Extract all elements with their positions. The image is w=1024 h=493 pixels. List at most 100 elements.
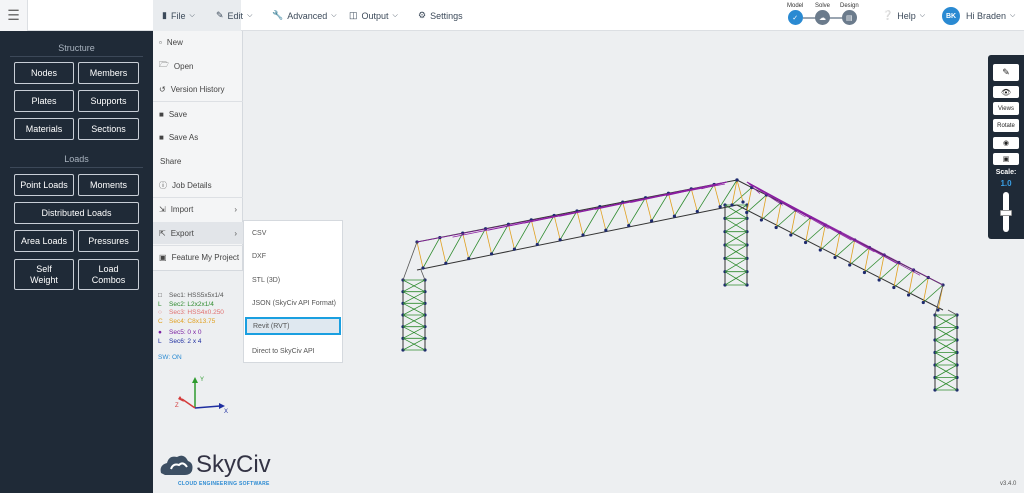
menu-settings[interactable]: ⚙ Settings: [418, 0, 463, 31]
member-line[interactable]: [462, 233, 470, 259]
member-line[interactable]: [736, 179, 744, 203]
point-loads-button[interactable]: Point Loads: [14, 174, 74, 196]
eye-icon[interactable]: 👁: [993, 86, 1019, 98]
menu-item-save[interactable]: ■ Save: [153, 103, 243, 125]
pressures-button[interactable]: Pressures: [78, 230, 139, 252]
node-point[interactable]: [892, 285, 896, 290]
menu-item-job-details[interactable]: ⓘ Job Details: [153, 174, 243, 196]
member-line[interactable]: [622, 202, 630, 226]
menu-item-new[interactable]: ▫ New: [153, 31, 243, 53]
node-point[interactable]: [862, 270, 867, 275]
supports-button[interactable]: Supports: [78, 90, 139, 112]
node-point[interactable]: [774, 225, 778, 230]
node-point[interactable]: [803, 240, 808, 245]
export-skyciv-api[interactable]: Direct to SkyCiv API: [252, 348, 315, 355]
member-line[interactable]: [439, 237, 447, 264]
node-point[interactable]: [730, 203, 734, 207]
load-combos-button[interactable]: Load Combos: [78, 259, 139, 290]
member-line[interactable]: [690, 188, 698, 212]
menu-item-feature-project[interactable]: ▣ Feature My Project: [153, 246, 243, 268]
node-point[interactable]: [467, 256, 471, 261]
plates-button[interactable]: Plates: [14, 90, 74, 112]
export-dxf[interactable]: DXF: [252, 253, 266, 260]
menu-edit[interactable]: ✎ Edit ⌵: [216, 0, 252, 31]
node-point[interactable]: [512, 247, 517, 251]
member-line[interactable]: [530, 219, 538, 245]
member-line[interactable]: [416, 183, 726, 243]
node-point[interactable]: [877, 278, 881, 282]
menu-item-export[interactable]: ⇱ Export ›: [153, 222, 243, 244]
members-button[interactable]: Members: [78, 62, 139, 84]
member-line[interactable]: [947, 309, 958, 316]
menu-item-save-as[interactable]: ■ Save As: [153, 126, 243, 148]
sections-button[interactable]: Sections: [78, 118, 139, 140]
node-point[interactable]: [604, 228, 608, 232]
hamburger-menu-icon[interactable]: ☰: [0, 0, 28, 31]
model-viewport[interactable]: [395, 160, 975, 400]
views-button[interactable]: Views: [993, 102, 1019, 115]
member-line[interactable]: [485, 228, 492, 254]
member-line[interactable]: [416, 241, 424, 269]
nodes-button[interactable]: Nodes: [14, 62, 74, 84]
avatar[interactable]: BK: [942, 7, 960, 25]
member-line[interactable]: [420, 269, 426, 281]
node-point[interactable]: [789, 233, 793, 237]
export-json[interactable]: JSON (SkyCiv API Format): [252, 300, 336, 307]
workflow-solve[interactable]: Solve ☁: [815, 3, 830, 25]
member-line[interactable]: [645, 197, 652, 221]
node-point[interactable]: [818, 248, 822, 252]
member-line[interactable]: [746, 181, 921, 276]
export-revit[interactable]: Revit (RVT): [245, 317, 341, 335]
user-menu[interactable]: Hi Braden ⌵: [966, 0, 1015, 31]
member-line[interactable]: [402, 241, 418, 281]
member-line[interactable]: [599, 206, 607, 231]
menu-help[interactable]: ❔ Help ⌵: [882, 0, 925, 31]
distributed-loads-button[interactable]: Distributed Loads: [14, 202, 139, 224]
workflow-design[interactable]: Design ▤: [840, 3, 859, 25]
camera-icon[interactable]: ◉: [993, 137, 1019, 149]
member-line[interactable]: [713, 184, 721, 207]
menu-item-version-history[interactable]: ↺ Version History: [153, 78, 243, 100]
member-line[interactable]: [445, 232, 464, 264]
export-stl[interactable]: STL (3D): [252, 277, 280, 284]
node-point[interactable]: [558, 238, 562, 242]
member-line[interactable]: [668, 193, 675, 217]
materials-button[interactable]: Materials: [14, 118, 74, 140]
node-point[interactable]: [672, 214, 677, 218]
member-line[interactable]: [576, 210, 584, 236]
node-point[interactable]: [921, 300, 925, 305]
node-point[interactable]: [735, 178, 739, 182]
member-line[interactable]: [736, 204, 944, 311]
node-point[interactable]: [848, 263, 852, 267]
member-line[interactable]: [508, 224, 515, 250]
node-point[interactable]: [627, 223, 631, 228]
node-point[interactable]: [833, 255, 837, 260]
moments-button[interactable]: Moments: [78, 174, 139, 196]
menu-advanced[interactable]: 🔧 Advanced ⌵: [272, 0, 337, 31]
menu-item-import[interactable]: ⇲ Import ›: [153, 198, 243, 220]
node-point[interactable]: [741, 200, 745, 204]
cube-icon[interactable]: ▣: [993, 153, 1019, 165]
node-point[interactable]: [718, 205, 722, 209]
member-line[interactable]: [422, 237, 441, 269]
node-point[interactable]: [581, 233, 585, 237]
node-point[interactable]: [535, 242, 539, 247]
node-point[interactable]: [906, 293, 911, 297]
workflow-model[interactable]: Model ✓: [787, 3, 803, 25]
scale-slider-handle[interactable]: [1000, 210, 1012, 216]
menu-item-open[interactable]: 🗁 Open: [153, 55, 243, 77]
member-line[interactable]: [748, 183, 944, 286]
member-line[interactable]: [416, 204, 738, 271]
menu-output[interactable]: ◫ Output ⌵: [349, 0, 398, 31]
node-point[interactable]: [745, 210, 749, 215]
self-weight-button[interactable]: Self Weight: [14, 259, 74, 290]
node-point[interactable]: [421, 266, 425, 270]
export-csv[interactable]: CSV: [252, 230, 266, 237]
node-point[interactable]: [695, 209, 699, 214]
area-loads-button[interactable]: Area Loads: [14, 230, 74, 252]
node-point[interactable]: [489, 252, 494, 256]
pencil-icon[interactable]: ✎: [993, 64, 1019, 81]
menu-item-share[interactable]: Share: [153, 150, 243, 172]
member-line[interactable]: [553, 215, 561, 240]
node-point[interactable]: [649, 219, 654, 223]
